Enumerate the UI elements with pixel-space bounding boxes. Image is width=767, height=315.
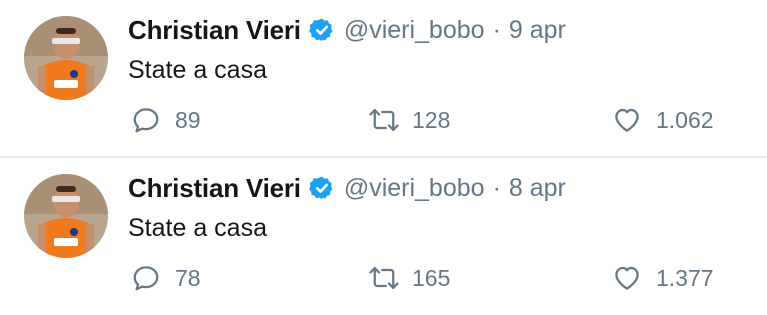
reply-count: 89 [175, 106, 201, 133]
avatar[interactable] [24, 16, 108, 100]
reply-count: 78 [175, 264, 201, 291]
like-icon [612, 263, 642, 293]
separator-dot: · [492, 15, 501, 44]
tweet-timeline: Christian Vieri @vieri_bobo · 9 apr Stat… [0, 0, 767, 315]
like-count: 1.062 [656, 106, 714, 133]
retweet-button[interactable]: 128 [368, 104, 450, 136]
retweet-count: 128 [412, 106, 451, 133]
reply-icon [131, 263, 161, 293]
tweet-text: State a casa [128, 214, 267, 242]
tweet[interactable]: Christian Vieri @vieri_bobo · 8 apr Stat… [0, 158, 767, 315]
tweet-text: State a casa [128, 56, 267, 84]
reply-button[interactable]: 78 [131, 262, 201, 294]
tweet-header: Christian Vieri @vieri_bobo · 8 apr [128, 170, 566, 206]
author-name[interactable]: Christian Vieri [128, 15, 301, 46]
retweet-icon [368, 263, 399, 293]
author-name[interactable]: Christian Vieri [128, 173, 301, 204]
like-count: 1.377 [656, 264, 714, 291]
author-handle[interactable]: @vieri_bobo [344, 16, 485, 45]
verified-badge-icon [308, 17, 335, 43]
retweet-count: 165 [412, 264, 451, 291]
like-button[interactable]: 1.377 [612, 262, 714, 294]
reply-icon [131, 105, 161, 135]
verified-badge-icon [308, 175, 335, 201]
avatar[interactable] [24, 174, 108, 258]
like-icon [612, 105, 642, 135]
tweet-header: Christian Vieri @vieri_bobo · 9 apr [128, 12, 566, 48]
retweet-button[interactable]: 165 [368, 262, 450, 294]
reply-button[interactable]: 89 [131, 104, 201, 136]
retweet-icon [368, 105, 399, 135]
like-button[interactable]: 1.062 [612, 104, 714, 136]
tweet-date[interactable]: 9 apr [509, 16, 566, 45]
tweet-date[interactable]: 8 apr [509, 174, 566, 203]
author-handle[interactable]: @vieri_bobo [344, 174, 485, 203]
separator-dot: · [492, 173, 501, 202]
tweet[interactable]: Christian Vieri @vieri_bobo · 9 apr Stat… [0, 0, 767, 157]
